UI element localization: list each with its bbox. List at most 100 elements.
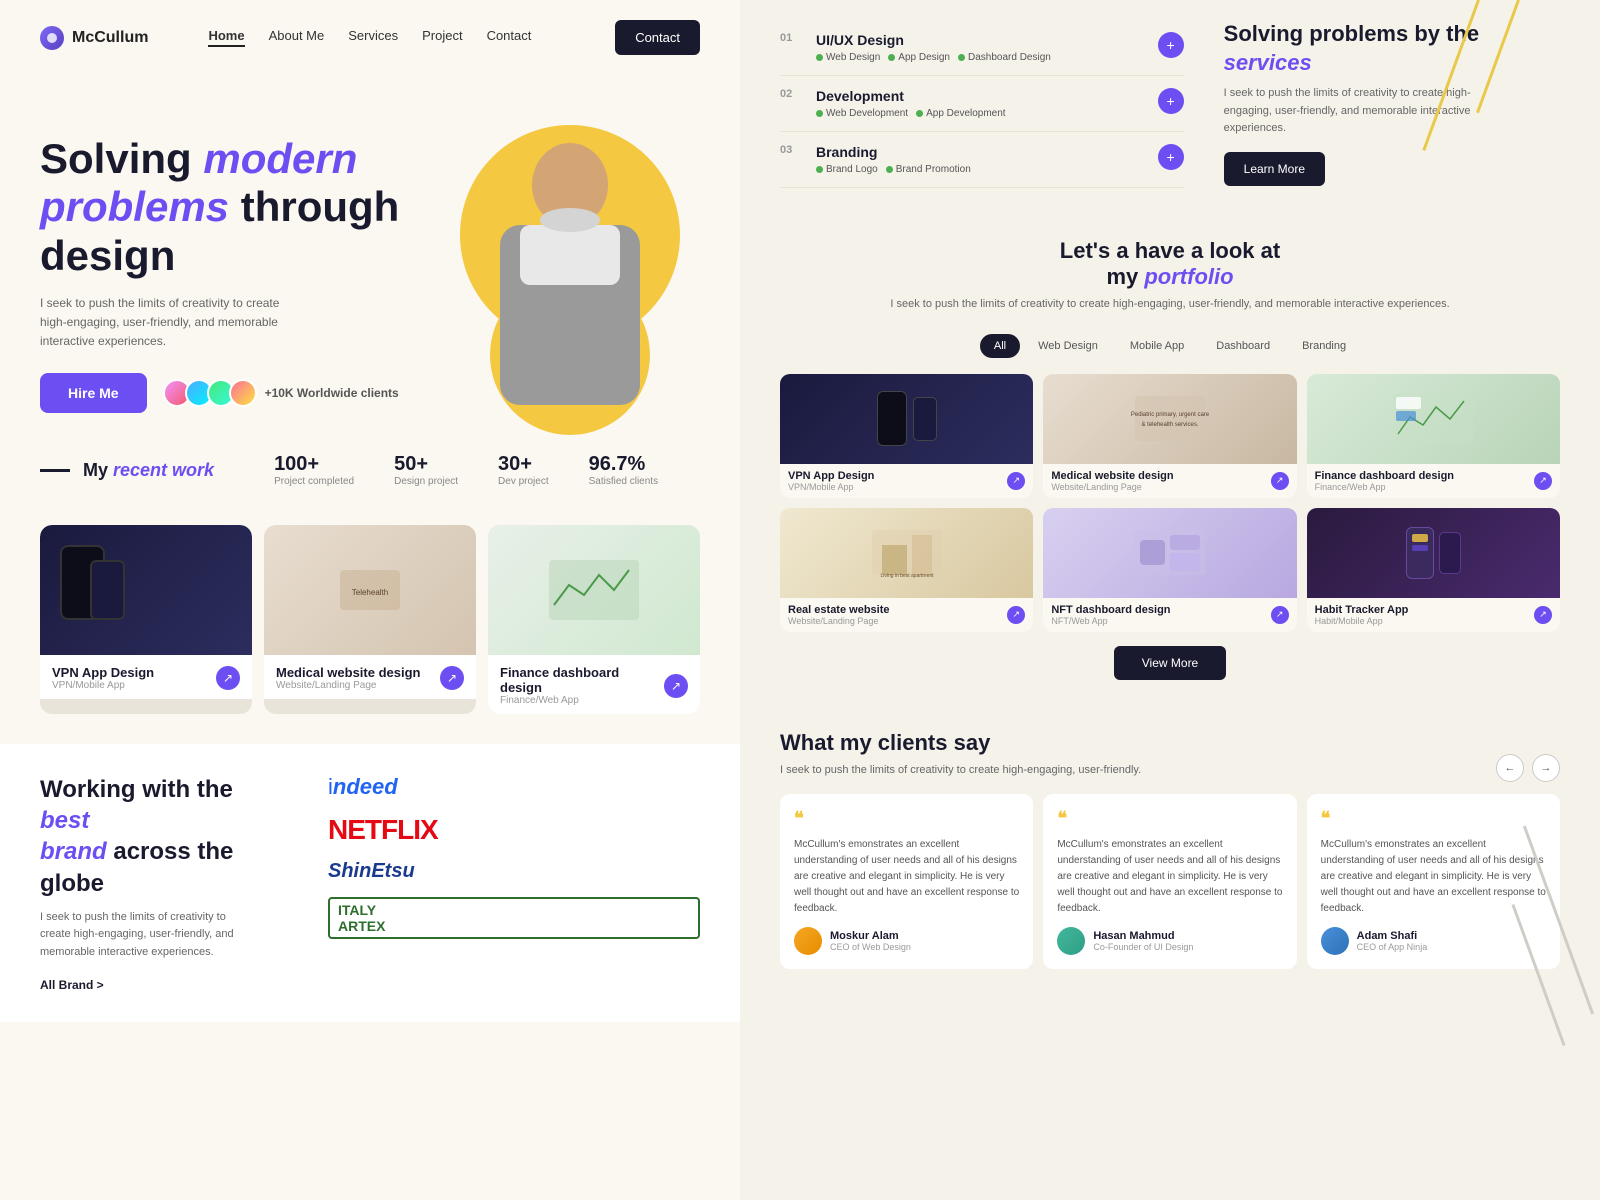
grid-card-arrow-medical[interactable]: ↗ — [1271, 472, 1289, 490]
port-card-title-medical: Medical website design — [276, 665, 421, 680]
testimonials-nav: ← → — [1496, 754, 1560, 782]
grid-card-img-finance — [1307, 374, 1560, 464]
test-author-name-2: Hasan Mahmud — [1093, 930, 1193, 942]
services-section: 01 UI/UX Design Web Design App Design Da… — [740, 0, 1600, 208]
view-more-container: View More — [780, 646, 1560, 680]
nav-contact[interactable]: Contact — [487, 28, 532, 47]
phone-small-2 — [913, 397, 937, 441]
grid-card-nft: NFT dashboard design NFT/Web App ↗ — [1043, 508, 1296, 632]
testimonials-title: What my clients say — [780, 730, 1560, 756]
nav-about[interactable]: About Me — [269, 28, 325, 47]
port-card-title-finance: Finance dashboard design — [500, 665, 664, 695]
service-num-1: 01 — [780, 32, 800, 44]
hire-me-button[interactable]: Hire Me — [40, 373, 147, 413]
grid-card-arrow-realestate[interactable]: ↗ — [1007, 606, 1025, 624]
tab-mobileapp[interactable]: Mobile App — [1116, 334, 1198, 358]
test-avatar-3 — [1321, 927, 1349, 955]
portfolio-card-finance: Finance dashboard design Finance/Web App… — [488, 525, 700, 714]
svg-text:Pediatric primary, urgent care: Pediatric primary, urgent care — [1131, 412, 1210, 418]
tab-all[interactable]: All — [980, 334, 1020, 358]
grid-card-finance: Finance dashboard design Finance/Web App… — [1307, 374, 1560, 498]
grid-card-title-finance: Finance dashboard design — [1315, 470, 1454, 482]
solving-description: I seek to push the limits of creativity … — [1224, 85, 1504, 138]
portfolio-header-desc: I seek to push the limits of creativity … — [780, 296, 1560, 314]
grid-card-sub-vpn: VPN/Mobile App — [788, 482, 874, 492]
portfolio-cards-row: VPN App Design VPN/Mobile App ↗ Teleheal… — [0, 515, 740, 744]
grid-card-arrow-finance[interactable]: ↗ — [1534, 472, 1552, 490]
test-author-3: Adam Shafi CEO of App Ninja — [1321, 927, 1546, 955]
test-text-1: McCullum's emonstrates an excellent unde… — [794, 837, 1019, 917]
service-expand-branding[interactable]: + — [1158, 144, 1184, 170]
grid-card-arrow-nft[interactable]: ↗ — [1271, 606, 1289, 624]
grid-card-sub-realestate: Website/Landing Page — [788, 616, 890, 626]
tag-dot-2 — [888, 54, 895, 61]
recent-work-label: My recent work — [40, 460, 214, 481]
port-card-text-medical: Medical website design Website/Landing P… — [276, 665, 421, 691]
hero-person-illustration — [450, 105, 690, 405]
port-card-arrow-finance[interactable]: ↗ — [664, 674, 688, 698]
service-item-branding: 03 Branding Brand Logo Brand Promotion + — [780, 132, 1184, 188]
service-expand-dev[interactable]: + — [1158, 88, 1184, 114]
test-avatar-2 — [1057, 927, 1085, 955]
testimonials-desc: I seek to push the limits of creativity … — [780, 762, 1560, 779]
client-avatars — [163, 379, 257, 407]
test-author-2: Hasan Mahmud Co-Founder of UI Design — [1057, 927, 1282, 955]
solving-title: Solving problems by the services — [1224, 20, 1560, 77]
learn-more-button[interactable]: Learn More — [1224, 152, 1325, 186]
test-author-role-3: CEO of App Ninja — [1357, 942, 1428, 952]
tab-branding[interactable]: Branding — [1288, 334, 1360, 358]
grid-card-title-habit: Habit Tracker App — [1315, 604, 1409, 616]
grid-card-arrow-habit[interactable]: ↗ — [1534, 606, 1552, 624]
grid-card-info-finance: Finance dashboard design Finance/Web App… — [1307, 464, 1560, 498]
hero-section: Solving modern problems through design I… — [0, 75, 740, 415]
svg-text:Living in best apartment: Living in best apartment — [880, 573, 934, 579]
test-quote-2: ❝ — [1057, 808, 1282, 829]
habit-screen-1 — [1412, 534, 1428, 542]
test-text-2: McCullum's emonstrates an excellent unde… — [1057, 837, 1282, 917]
grid-card-vpn: VPN App Design VPN/Mobile App ↗ — [780, 374, 1033, 498]
svg-text:& telehealth services.: & telehealth services. — [1141, 422, 1198, 428]
port-card-sub-finance: Finance/Web App — [500, 695, 664, 706]
grid-card-title-vpn: VPN App Design — [788, 470, 874, 482]
port-card-img-medical: Telehealth — [264, 525, 476, 655]
port-card-info-finance: Finance dashboard design Finance/Web App… — [488, 655, 700, 714]
port-card-arrow-medical[interactable]: ↗ — [440, 666, 464, 690]
brands-all-link[interactable]: All Brand > — [40, 978, 288, 992]
tag-label-appdev: App Development — [926, 108, 1006, 119]
testimonials-prev-button[interactable]: ← — [1496, 754, 1524, 782]
port-card-arrow-vpn[interactable]: ↗ — [216, 666, 240, 690]
artex-logo: ITALYARTEX — [328, 897, 700, 939]
tab-dashboard[interactable]: Dashboard — [1202, 334, 1284, 358]
service-expand-uiux[interactable]: + — [1158, 32, 1184, 58]
testimonials-next-button[interactable]: → — [1532, 754, 1560, 782]
phone-mock-2 — [90, 560, 125, 620]
test-avatar-1 — [794, 927, 822, 955]
portfolio-tabs: All Web Design Mobile App Dashboard Bran… — [780, 334, 1560, 358]
nav-services[interactable]: Services — [348, 28, 398, 47]
stat-dev-num: 30+ — [498, 453, 549, 476]
tab-webdesign[interactable]: Web Design — [1024, 334, 1112, 358]
service-tag-webdesign: Web Design — [816, 52, 880, 63]
stat-projects: 100+ Project completed — [274, 453, 354, 487]
stat-design-label: Design project — [394, 476, 458, 487]
stat-dev: 30+ Dev project — [498, 453, 549, 487]
service-name-branding: Branding — [816, 144, 1142, 160]
test-text-3: McCullum's emonstrates an excellent unde… — [1321, 837, 1546, 917]
tag-label-webdesign: Web Design — [826, 52, 880, 63]
nav-project[interactable]: Project — [422, 28, 462, 47]
grid-card-sub-finance: Finance/Web App — [1315, 482, 1454, 492]
portfolio-grid: VPN App Design VPN/Mobile App ↗ Pediatri… — [780, 374, 1560, 632]
grid-card-text-realestate: Real estate website Website/Landing Page — [788, 604, 890, 626]
view-more-button[interactable]: View More — [1114, 646, 1226, 680]
service-name-dev: Development — [816, 88, 1142, 104]
nav-cta-button[interactable]: Contact — [615, 20, 700, 55]
solving-section: Solving problems by the services I seek … — [1224, 20, 1560, 186]
logo: McCullum — [40, 26, 148, 50]
test-author-info-2: Hasan Mahmud Co-Founder of UI Design — [1093, 930, 1193, 952]
grid-card-realestate: Living in best apartment Real estate web… — [780, 508, 1033, 632]
brands-logos: indeed NETFLIX ShinEtsu ITALYARTEX — [328, 774, 700, 939]
stat-dev-label: Dev project — [498, 476, 549, 487]
grid-card-arrow-vpn[interactable]: ↗ — [1007, 472, 1025, 490]
nav-home[interactable]: Home — [208, 28, 244, 47]
grid-card-text-nft: NFT dashboard design NFT/Web App — [1051, 604, 1170, 626]
